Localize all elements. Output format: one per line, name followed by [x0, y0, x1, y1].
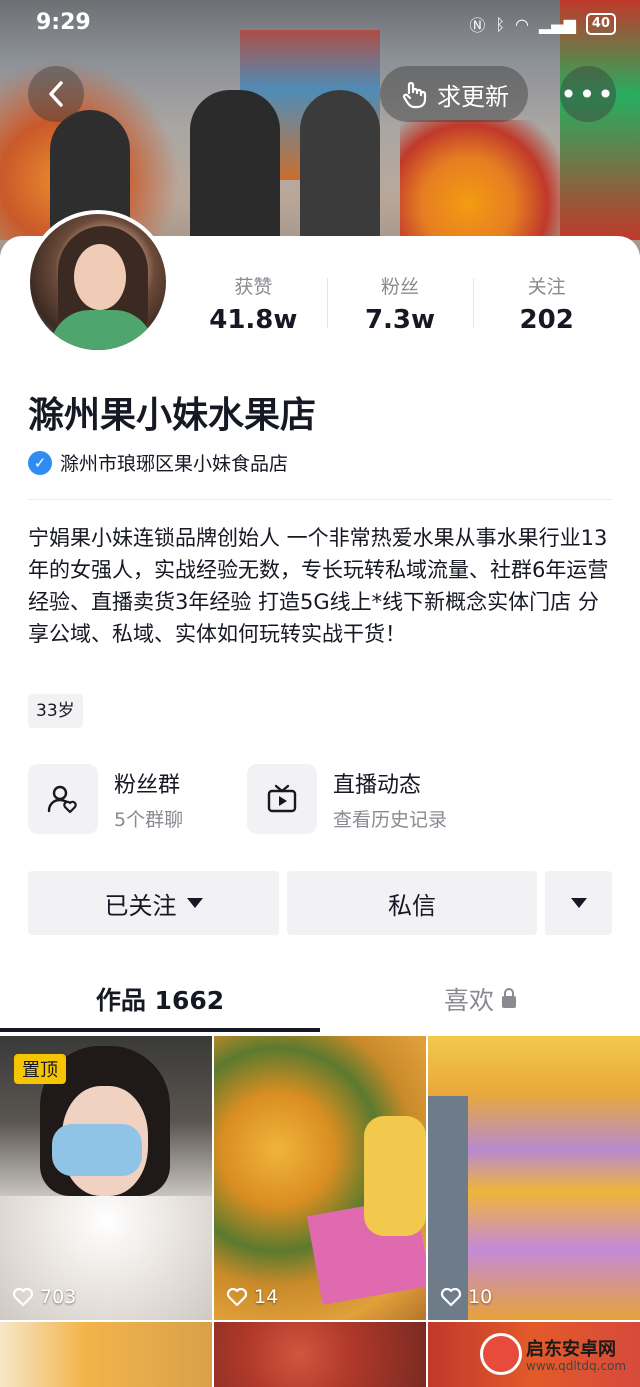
heart-icon — [12, 1287, 34, 1307]
tab-works-label: 作品 1662 — [95, 986, 225, 1015]
profile-stats: 获赞 41.8w 粉丝 7.3w 关注 202 — [180, 272, 620, 335]
tab-works[interactable]: 作品 1662 — [0, 964, 320, 1034]
status-icons: Ⓝ ᛒ ◠ ▂▄▆ 40 — [469, 12, 616, 36]
stat-followers-value: 7.3w — [364, 305, 436, 335]
verified-check-icon: ✓ — [28, 450, 52, 475]
profile-bio: 宁娟果小妹连锁品牌创始人 一个非常热爱水果从事水果行业13年的女强人，实战经验无… — [28, 526, 609, 646]
video-thumbnail[interactable] — [0, 1322, 212, 1387]
watermark-url: www.qdltdq.com — [526, 1359, 627, 1373]
lock-icon — [502, 988, 516, 1008]
stat-followers-label: 粉丝 — [381, 276, 420, 298]
stat-following-label: 关注 — [527, 276, 566, 298]
status-bar: 9:29 Ⓝ ᛒ ◠ ▂▄▆ 40 — [0, 0, 640, 48]
watermark: 启东安卓网 www.qdltdq.com — [480, 1333, 630, 1379]
fan-group-icon — [28, 764, 98, 834]
tab-active-indicator — [0, 1028, 320, 1032]
back-button[interactable] — [28, 66, 84, 122]
live-activity-subtitle: 查看历史记录 — [333, 808, 448, 831]
fan-group-title: 粉丝群 — [114, 772, 181, 798]
age-tag: 33岁 — [28, 694, 83, 728]
followed-button[interactable]: 已关注 — [28, 871, 279, 935]
video-thumbnail[interactable]: 置顶 703 — [0, 1036, 212, 1320]
video-likes-count: 703 — [40, 1286, 77, 1308]
divider — [28, 499, 612, 500]
signal-icon: ▂▄▆ — [538, 14, 576, 34]
message-button[interactable]: 私信 — [287, 871, 537, 935]
video-likes: 703 — [12, 1286, 76, 1308]
hand-pointer-icon — [402, 81, 427, 109]
caret-down-icon — [570, 898, 587, 908]
message-label: 私信 — [388, 891, 436, 920]
profile-name: 滁州果小妹水果店 — [28, 395, 317, 436]
stat-likes-value: 41.8w — [209, 305, 298, 335]
fan-group-subtitle: 5个群聊 — [114, 808, 184, 831]
more-options-button[interactable]: ••• — [560, 66, 616, 122]
heart-icon — [440, 1287, 462, 1307]
stat-likes[interactable]: 获赞 41.8w — [180, 272, 327, 335]
nfc-icon: Ⓝ — [469, 16, 486, 35]
video-likes-count: 10 — [468, 1286, 493, 1308]
followed-label: 已关注 — [104, 891, 177, 920]
stat-likes-label: 获赞 — [234, 276, 273, 298]
video-likes: 14 — [226, 1286, 278, 1308]
status-time: 9:29 — [36, 10, 91, 35]
tv-icon — [247, 764, 317, 834]
tab-likes-label: 喜欢 — [443, 986, 494, 1015]
tab-likes[interactable]: 喜欢 — [320, 964, 640, 1034]
video-thumbnail[interactable]: 10 — [428, 1036, 640, 1320]
avatar[interactable] — [26, 210, 170, 354]
live-activity-title: 直播动态 — [333, 772, 422, 798]
bluetooth-icon: ᛒ — [495, 14, 506, 34]
video-thumbnail[interactable]: 14 — [214, 1036, 426, 1320]
stat-followers[interactable]: 粉丝 7.3w — [326, 272, 474, 335]
request-update-label: 求更新 — [437, 82, 509, 111]
video-thumbnail[interactable] — [214, 1322, 426, 1387]
pinned-badge: 置顶 — [14, 1054, 66, 1084]
verification-badge[interactable]: ✓ 滁州市琅琊区果小妹食品店 — [28, 449, 288, 476]
fan-group-entry[interactable]: 粉丝群 5个群聊 — [28, 764, 183, 834]
video-likes-count: 14 — [254, 1286, 279, 1308]
video-likes: 10 — [440, 1286, 492, 1308]
chevron-left-icon — [49, 81, 63, 107]
caret-down-icon — [186, 898, 203, 908]
stat-following-value: 202 — [519, 305, 574, 335]
verification-text: 滁州市琅琊区果小妹食品店 — [60, 453, 289, 475]
watermark-logo-icon — [480, 1333, 522, 1375]
wifi-icon: ◠ — [515, 14, 529, 34]
recommend-toggle-button[interactable] — [545, 871, 612, 935]
live-activity-entry[interactable]: 直播动态 查看历史记录 — [247, 764, 447, 834]
more-dots-icon: ••• — [560, 77, 616, 111]
battery-icon: 40 — [585, 13, 616, 35]
content-tabs: 作品 1662 喜欢 — [0, 964, 640, 1034]
heart-icon — [226, 1287, 248, 1307]
watermark-title: 启东安卓网 — [526, 1339, 616, 1360]
stat-following[interactable]: 关注 202 — [473, 272, 620, 335]
request-update-button[interactable]: 求更新 — [380, 66, 528, 122]
